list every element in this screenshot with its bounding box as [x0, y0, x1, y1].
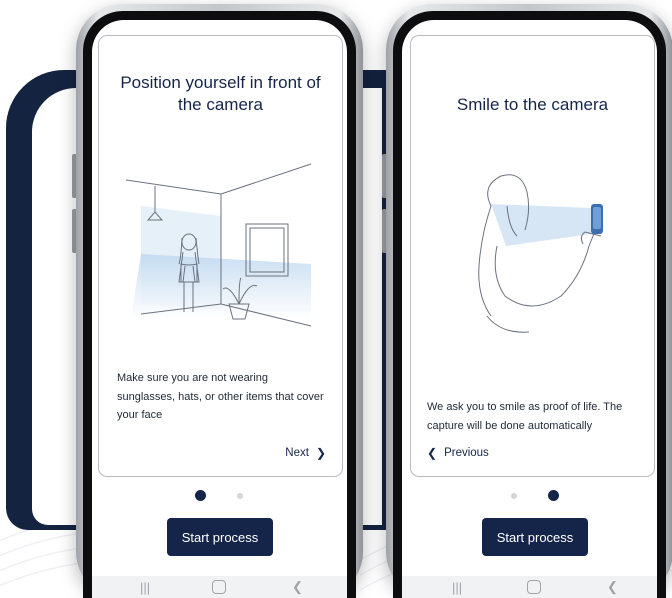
card-description: Make sure you are not wearing sunglasses… — [117, 372, 324, 421]
chevron-right-icon: ❯ — [315, 446, 326, 460]
onboarding-card: Position yourself in front of the camera — [98, 35, 343, 477]
start-process-button[interactable]: Start process — [482, 518, 588, 556]
card-title: Smile to the camera — [456, 95, 609, 114]
system-navigation-bar: ||| ❮ — [402, 576, 657, 598]
home-icon[interactable] — [527, 580, 541, 594]
next-label: Next — [285, 447, 309, 459]
next-button[interactable]: Next ❯ — [285, 446, 326, 460]
person-standing-in-room-illustration — [125, 163, 312, 327]
page-indicator-2-active — [548, 490, 559, 501]
recents-icon[interactable]: ||| — [140, 580, 150, 595]
phone-right: Smile to the camera We ask you to smile … — [382, 4, 672, 598]
onboarding-card: Smile to the camera We ask you to smile … — [410, 35, 655, 477]
page-indicator-1-active — [195, 490, 206, 501]
person-taking-selfie-illustration — [478, 174, 603, 333]
start-process-button[interactable]: Start process — [167, 518, 273, 556]
previous-label: Previous — [444, 447, 489, 459]
page-indicator-2 — [237, 493, 243, 499]
previous-button[interactable]: ❮ Previous — [427, 446, 489, 460]
phone-screen: Position yourself in front of the camera — [92, 20, 347, 598]
card-title: Position yourself in front of the camera — [120, 73, 321, 114]
phone-left: Position yourself in front of the camera — [72, 4, 363, 598]
chevron-left-icon: ❮ — [427, 446, 438, 460]
recents-icon[interactable]: ||| — [452, 580, 462, 595]
system-navigation-bar: ||| ❮ — [92, 576, 347, 598]
page-indicator-1 — [511, 493, 517, 499]
back-icon[interactable]: ❮ — [607, 579, 618, 595]
phone-screen: Smile to the camera We ask you to smile … — [402, 20, 657, 598]
home-icon[interactable] — [212, 580, 226, 594]
back-icon[interactable]: ❮ — [292, 579, 303, 595]
card-description: We ask you to smile as proof of life. Th… — [427, 401, 623, 432]
